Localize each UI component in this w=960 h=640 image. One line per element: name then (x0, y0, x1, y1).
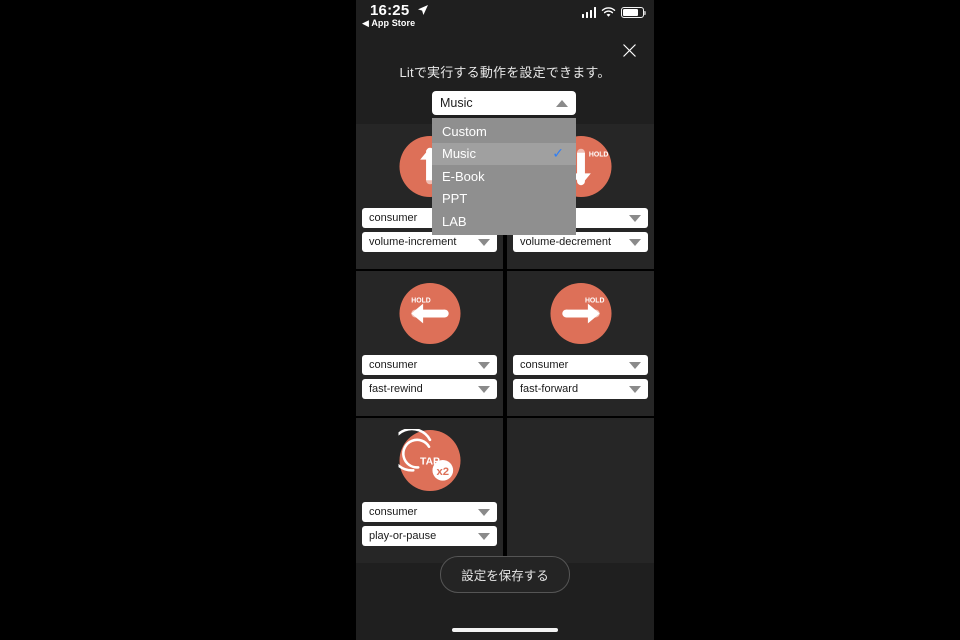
close-button[interactable] (614, 36, 644, 64)
usage-value: consumer (520, 359, 569, 371)
mode-option-label: LAB (442, 213, 467, 229)
mode-option-label: E-Book (442, 168, 485, 184)
status-time: 16:25 (370, 2, 410, 19)
screenshot-root: 16:25 ◀ App Store Litで実行する動作を設定できます。 Mus… (0, 0, 960, 640)
usage-value: consumer (369, 212, 418, 224)
mode-option-label: Custom (442, 123, 487, 139)
mode-option-music[interactable]: Music ✓ (432, 142, 576, 165)
action-value: fast-rewind (369, 383, 423, 395)
status-bar: 16:25 ◀ App Store (356, 0, 654, 32)
chevron-down-icon (478, 386, 490, 393)
chevron-down-icon (629, 386, 641, 393)
back-triangle-icon: ◀ (362, 18, 370, 28)
status-right-icons (581, 7, 647, 18)
chevron-down-icon (478, 239, 490, 246)
mode-option-custom[interactable]: Custom (432, 120, 576, 143)
gesture-cell-empty (507, 418, 654, 563)
svg-text:HOLD: HOLD (411, 298, 431, 305)
back-to-app-label[interactable]: ◀ App Store (362, 18, 415, 29)
svg-text:HOLD: HOLD (584, 298, 604, 305)
gesture-cell: HOLD consumer fast-forward (507, 271, 654, 416)
action-value: fast-forward (520, 383, 579, 395)
chevron-down-icon (478, 509, 490, 516)
chevron-down-icon (629, 362, 641, 369)
usage-value: consumer (369, 506, 418, 518)
hold-arrow-left-icon: HOLD (398, 282, 461, 345)
chevron-down-icon (629, 215, 641, 222)
mode-option-ppt[interactable]: PPT (432, 188, 576, 211)
action-select[interactable]: fast-forward (513, 379, 648, 399)
action-select[interactable]: volume-increment (362, 232, 497, 252)
gesture-cell: TAP x2 consumer play-or-pause (356, 418, 503, 563)
back-app-name: App Store (371, 18, 416, 28)
action-select[interactable]: volume-decrement (513, 232, 648, 252)
chevron-down-icon (478, 533, 490, 540)
usage-select[interactable]: consumer (513, 355, 648, 375)
chevron-down-icon (629, 239, 641, 246)
phone-viewport: 16:25 ◀ App Store Litで実行する動作を設定できます。 Mus… (356, 0, 654, 640)
save-settings-button[interactable]: 設定を保存する (440, 556, 570, 593)
usage-select[interactable]: consumer (362, 502, 497, 522)
usage-value: consumer (369, 359, 418, 371)
gesture-cell: HOLD consumer fast-rewind (356, 271, 503, 416)
page-title: Litで実行する動作を設定できます。 (399, 65, 611, 80)
mode-select-menu[interactable]: Custom Music ✓ E-Book PPT LAB (432, 118, 576, 235)
battery-icon (621, 7, 647, 18)
hold-arrow-right-icon: HOLD (549, 282, 612, 345)
mode-option-lab[interactable]: LAB (432, 210, 576, 233)
usage-select[interactable]: consumer (362, 355, 497, 375)
close-icon (622, 43, 636, 57)
tap-x2-icon: TAP x2 (398, 429, 461, 492)
chevron-up-icon (556, 100, 568, 107)
action-select[interactable]: play-or-pause (362, 526, 497, 546)
checkmark-icon: ✓ (552, 145, 564, 162)
save-button-container: 設定を保存する (356, 556, 654, 593)
cellular-signal-icon (581, 7, 596, 18)
wifi-icon (601, 7, 616, 17)
home-indicator[interactable] (452, 628, 558, 632)
action-value: volume-increment (369, 236, 457, 248)
chevron-down-icon (478, 362, 490, 369)
mode-select-value: Music (440, 96, 473, 110)
mode-option-label: PPT (442, 191, 468, 207)
action-select[interactable]: fast-rewind (362, 379, 497, 399)
svg-text:HOLD: HOLD (588, 152, 608, 159)
action-value: play-or-pause (369, 530, 437, 542)
location-arrow-icon (418, 5, 428, 15)
action-value: volume-decrement (520, 236, 612, 248)
mode-option-ebook[interactable]: E-Book (432, 165, 576, 188)
svg-text:x2: x2 (436, 466, 449, 478)
mode-select-trigger[interactable]: Music (432, 91, 576, 115)
mode-option-label: Music (442, 146, 476, 162)
